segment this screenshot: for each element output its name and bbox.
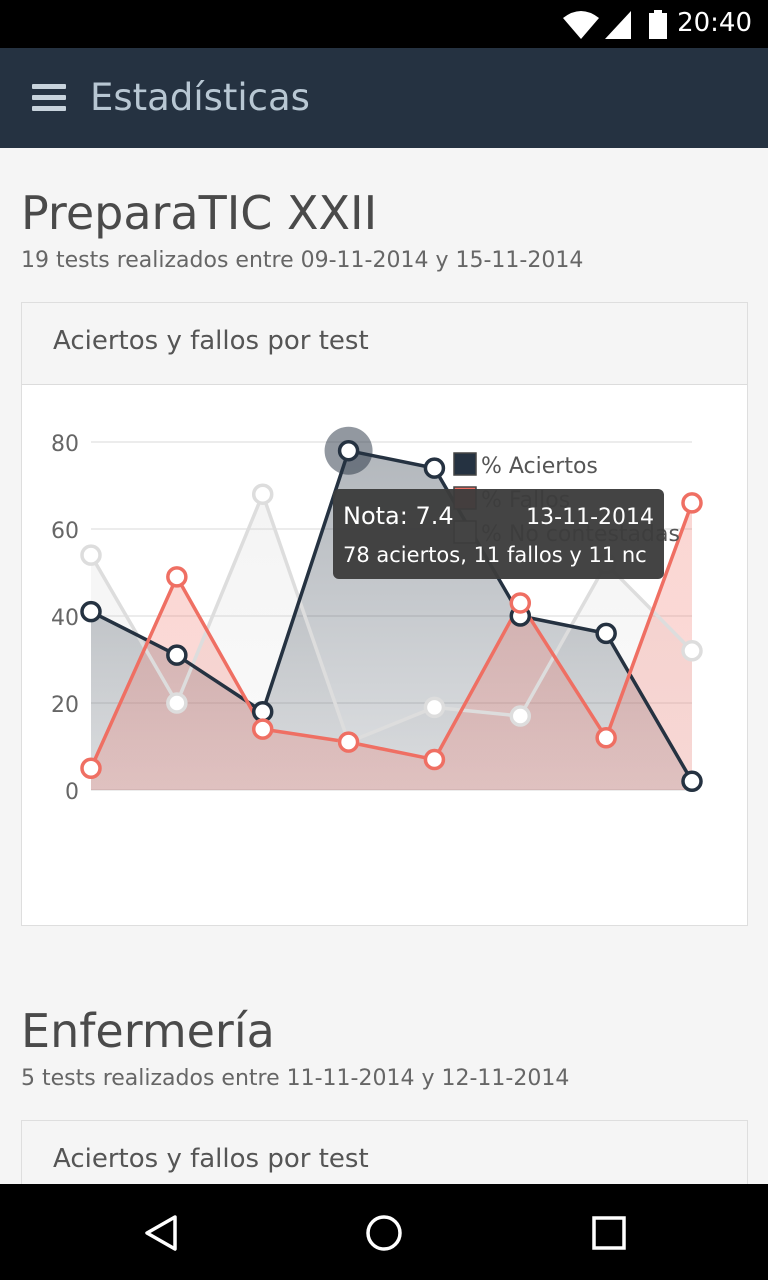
data-point[interactable] xyxy=(80,757,102,779)
panel-title-enfermeria: Aciertos y fallos por test xyxy=(53,1144,369,1174)
back-icon[interactable] xyxy=(142,1214,180,1252)
data-point[interactable] xyxy=(251,700,274,723)
legend-swatch xyxy=(453,452,477,476)
home-icon[interactable] xyxy=(365,1214,403,1252)
data-point[interactable] xyxy=(509,592,532,614)
data-point[interactable] xyxy=(681,640,703,662)
data-point[interactable] xyxy=(80,600,102,623)
section-subtitle-enfermeria: 5 tests realizados entre 11-11-2014 y 12… xyxy=(21,1066,570,1091)
chart-panel-enfermeria: Aciertos y fallos por test xyxy=(21,1120,748,1184)
signal-icon xyxy=(605,11,631,39)
panel-header-enfermeria: Aciertos y fallos por test xyxy=(22,1121,747,1184)
data-point[interactable] xyxy=(166,644,188,666)
data-point[interactable] xyxy=(166,566,188,588)
line-chart[interactable]: 020406080% Aciertos% Fallos% No contesta… xyxy=(22,385,747,925)
y-tick-label: 20 xyxy=(51,693,79,718)
status-time: 20:40 xyxy=(677,8,752,38)
menu-icon[interactable] xyxy=(32,84,66,112)
y-tick-label: 80 xyxy=(51,432,79,457)
y-tick-label: 0 xyxy=(65,780,79,805)
section-title-enfermeria: Enfermería xyxy=(21,1004,275,1058)
chart-tooltip: Nota: 7.4 13-11-2014 78 aciertos, 11 fallo… xyxy=(333,489,664,579)
panel-title: Aciertos y fallos por test xyxy=(53,326,369,356)
battery-icon xyxy=(649,10,667,39)
app-bar: Estadísticas xyxy=(0,48,768,148)
panel-header: Aciertos y fallos por test xyxy=(22,303,747,385)
data-point[interactable] xyxy=(509,705,532,727)
y-tick-label: 40 xyxy=(51,606,79,631)
data-point[interactable] xyxy=(595,622,617,645)
data-point[interactable] xyxy=(251,483,274,505)
navigation-bar xyxy=(0,1184,768,1280)
data-point[interactable] xyxy=(681,770,703,793)
data-point[interactable] xyxy=(166,692,188,714)
y-tick-label: 60 xyxy=(51,519,79,544)
data-point[interactable] xyxy=(337,731,360,753)
data-point[interactable] xyxy=(337,439,360,462)
tooltip-detail: 78 aciertos, 11 fallos y 11 nc xyxy=(343,543,647,567)
data-point[interactable] xyxy=(423,457,446,479)
data-point[interactable] xyxy=(80,544,102,566)
stats-content[interactable]: PreparaTIC XXII 19 tests realizados entr… xyxy=(0,148,768,1184)
page-title: Estadísticas xyxy=(90,76,310,119)
recents-icon[interactable] xyxy=(590,1214,628,1252)
section-subtitle-preparatic: 19 tests realizados entre 09-11-2014 y 1… xyxy=(21,248,584,273)
chart-panel: Aciertos y fallos por test 0 20 40 60 80 % Ac… xyxy=(21,302,748,926)
legend-label: % Aciertos xyxy=(481,454,598,479)
data-point[interactable] xyxy=(681,492,703,514)
status-bar: 20:40 xyxy=(0,0,768,48)
data-point[interactable] xyxy=(423,748,446,771)
data-point[interactable] xyxy=(423,696,446,719)
wifi-icon xyxy=(563,11,599,39)
data-point[interactable] xyxy=(251,718,274,740)
data-point[interactable] xyxy=(595,727,617,749)
tooltip-date: 13-11-2014 xyxy=(526,505,654,530)
section-title-preparatic: PreparaTIC XXII xyxy=(21,186,378,240)
tooltip-nota: Nota: 7.4 xyxy=(343,502,454,530)
